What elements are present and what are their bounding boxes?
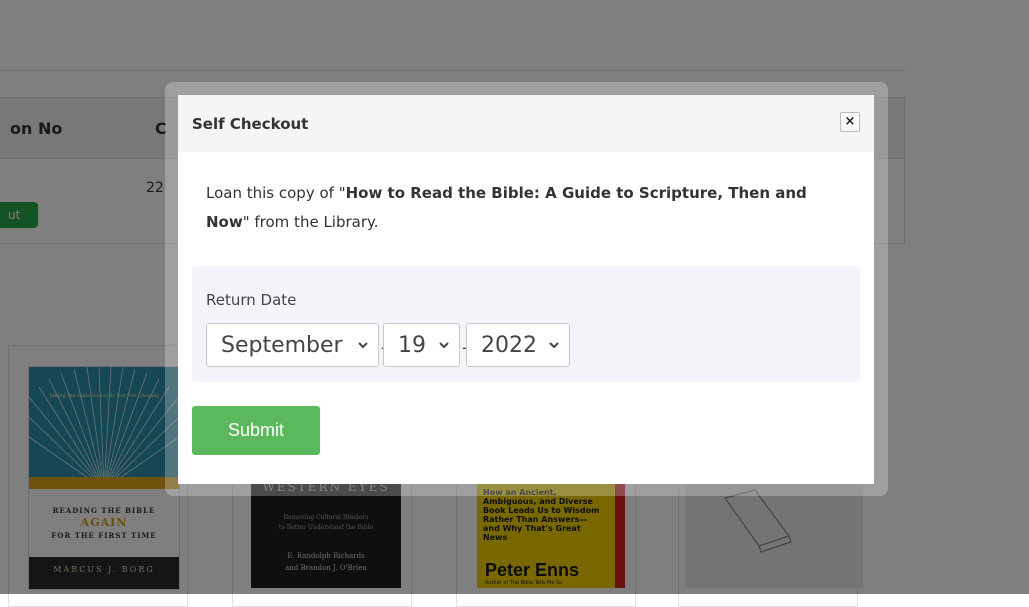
day-select[interactable]: 19 — [383, 323, 460, 367]
year-value: 2022 — [481, 333, 537, 358]
submit-button[interactable]: Submit — [192, 406, 320, 455]
chevron-down-icon — [548, 324, 560, 387]
self-checkout-modal: Self Checkout × Loan this copy of "How t… — [178, 95, 874, 484]
loan-message-suffix: " from the Library. — [242, 213, 379, 231]
modal-title: Self Checkout — [192, 115, 309, 133]
year-select[interactable]: 2022 — [466, 323, 570, 367]
chevron-down-icon — [438, 324, 450, 387]
modal-header: Self Checkout × — [178, 95, 874, 152]
month-value: September — [221, 333, 343, 358]
chevron-down-icon — [357, 324, 369, 387]
loan-message: Loan this copy of "How to Read the Bible… — [206, 179, 846, 237]
modal-body: Loan this copy of "How to Read the Bible… — [178, 152, 874, 484]
close-button[interactable]: × — [840, 112, 860, 132]
return-date-label: Return Date — [206, 291, 297, 309]
return-date-panel: Return Date September - 19 - 2022 — [192, 266, 860, 382]
day-value: 19 — [398, 333, 426, 358]
loan-message-prefix: Loan this copy of " — [206, 184, 346, 202]
month-select[interactable]: September — [206, 323, 379, 367]
